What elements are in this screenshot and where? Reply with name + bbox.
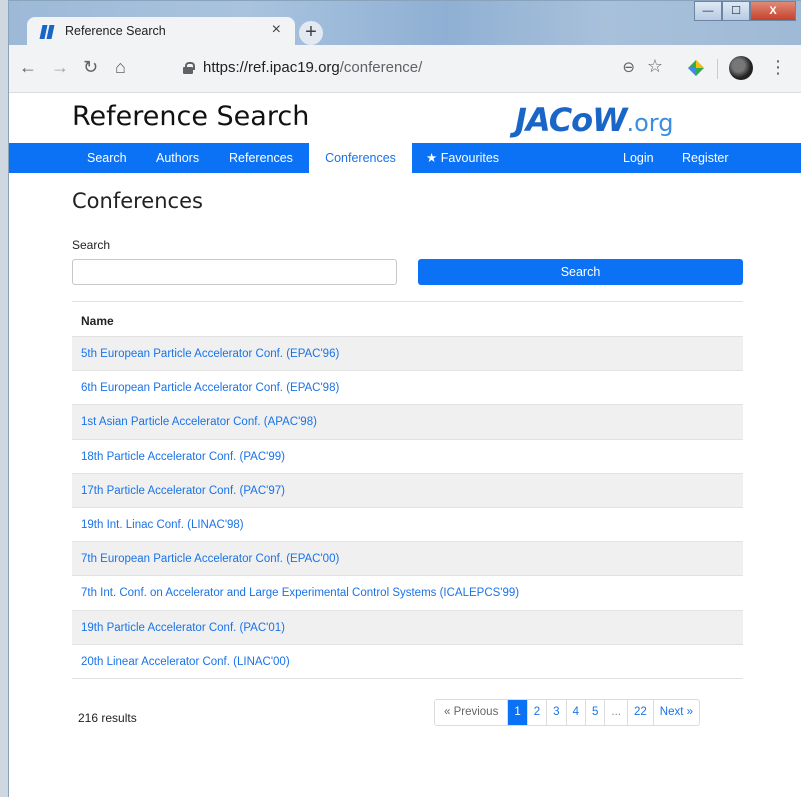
pagination: « Previous 1 2 3 4 5 ... 22 Next »	[434, 699, 701, 726]
table-row[interactable]: 5th European Particle Accelerator Conf. …	[72, 337, 743, 372]
nav-authors[interactable]: Authors	[156, 143, 199, 173]
table-row[interactable]: 7th European Particle Accelerator Conf. …	[72, 542, 743, 577]
tab-close-icon[interactable]: ×	[272, 21, 281, 39]
pagination-page-4[interactable]: 4	[565, 700, 585, 725]
search-input[interactable]	[72, 259, 397, 285]
nav-register[interactable]: Register	[682, 143, 729, 173]
table-row[interactable]: 20th Linear Accelerator Conf. (LINAC'00)	[72, 645, 743, 679]
pagination-page-2[interactable]: 2	[526, 700, 546, 725]
title-bar: Reference Search × + — ☐ X	[9, 1, 801, 46]
url-text[interactable]: https://ref.ipac19.org/conference/	[203, 59, 422, 76]
maximize-button[interactable]: ☐	[722, 1, 750, 21]
pagination-page-1[interactable]: 1	[507, 700, 527, 725]
star-icon: ★	[426, 151, 438, 165]
pagination-previous[interactable]: « Previous	[435, 700, 507, 725]
pagination-page-3[interactable]: 3	[546, 700, 565, 725]
nav-favourites[interactable]: ★ Favourites	[426, 143, 499, 173]
table-row[interactable]: 19th Int. Linac Conf. (LINAC'98)	[72, 508, 743, 543]
page-content: Reference Search JACoW.org Search Author…	[9, 93, 801, 797]
nav-references[interactable]: References	[229, 143, 293, 173]
main-navbar: Search Authors References Conferences ★ …	[9, 143, 801, 173]
nav-conferences[interactable]: Conferences	[309, 143, 412, 173]
table-row[interactable]: 17th Particle Accelerator Conf. (PAC'97)	[72, 473, 743, 508]
extension-icon[interactable]	[687, 59, 705, 77]
address-bar[interactable]: https://ref.ipac19.org/conference/ ⊖ ☆	[169, 53, 677, 85]
kebab-menu-icon[interactable]: ⋮	[769, 57, 787, 78]
pagination-page-22[interactable]: 22	[626, 700, 653, 725]
jacow-favicon-icon	[39, 25, 55, 39]
results-count: 216 results	[78, 711, 137, 725]
search-button[interactable]: Search	[418, 259, 743, 285]
page-title: Conferences	[72, 189, 203, 213]
table-row[interactable]: 6th European Particle Accelerator Conf. …	[72, 371, 743, 406]
pagination-next[interactable]: Next »	[652, 700, 699, 725]
nav-search[interactable]: Search	[87, 143, 127, 173]
tab-title: Reference Search	[65, 24, 166, 38]
site-title: Reference Search	[72, 101, 310, 132]
minimize-button[interactable]: —	[694, 1, 722, 21]
pagination-ellipsis: ...	[604, 700, 627, 725]
zoom-icon[interactable]: ⊖	[622, 58, 635, 76]
browser-window: Reference Search × + — ☐ X ← → ↻ ⌂ https…	[8, 0, 801, 797]
toolbar-separator	[717, 59, 718, 79]
home-icon[interactable]: ⌂	[115, 57, 126, 78]
jacow-logo[interactable]: JACoW.org	[515, 101, 673, 139]
conference-table: Name 5th European Particle Accelerator C…	[72, 301, 743, 679]
profile-avatar[interactable]	[729, 56, 753, 80]
new-tab-button[interactable]: +	[299, 21, 323, 45]
reload-icon[interactable]: ↻	[83, 57, 98, 78]
table-row[interactable]: 1st Asian Particle Accelerator Conf. (AP…	[72, 405, 743, 440]
forward-arrow-icon[interactable]: →	[51, 57, 69, 78]
browser-toolbar: ← → ↻ ⌂ https://ref.ipac19.org/conferenc…	[9, 45, 801, 93]
pagination-page-5[interactable]: 5	[584, 700, 604, 725]
bookmark-star-icon[interactable]: ☆	[647, 56, 663, 77]
search-label: Search	[72, 238, 111, 252]
table-row[interactable]: 19th Particle Accelerator Conf. (PAC'01)	[72, 610, 743, 645]
nav-login[interactable]: Login	[623, 143, 654, 173]
browser-tab[interactable]: Reference Search ×	[27, 17, 295, 46]
table-row[interactable]: 18th Particle Accelerator Conf. (PAC'99)	[72, 440, 743, 474]
window-controls: — ☐ X	[694, 1, 796, 23]
close-window-button[interactable]: X	[750, 1, 796, 21]
table-header-name: Name	[72, 301, 743, 337]
back-arrow-icon[interactable]: ←	[19, 57, 37, 78]
lock-icon[interactable]	[183, 62, 195, 74]
table-row[interactable]: 7th Int. Conf. on Accelerator and Large …	[72, 576, 743, 611]
